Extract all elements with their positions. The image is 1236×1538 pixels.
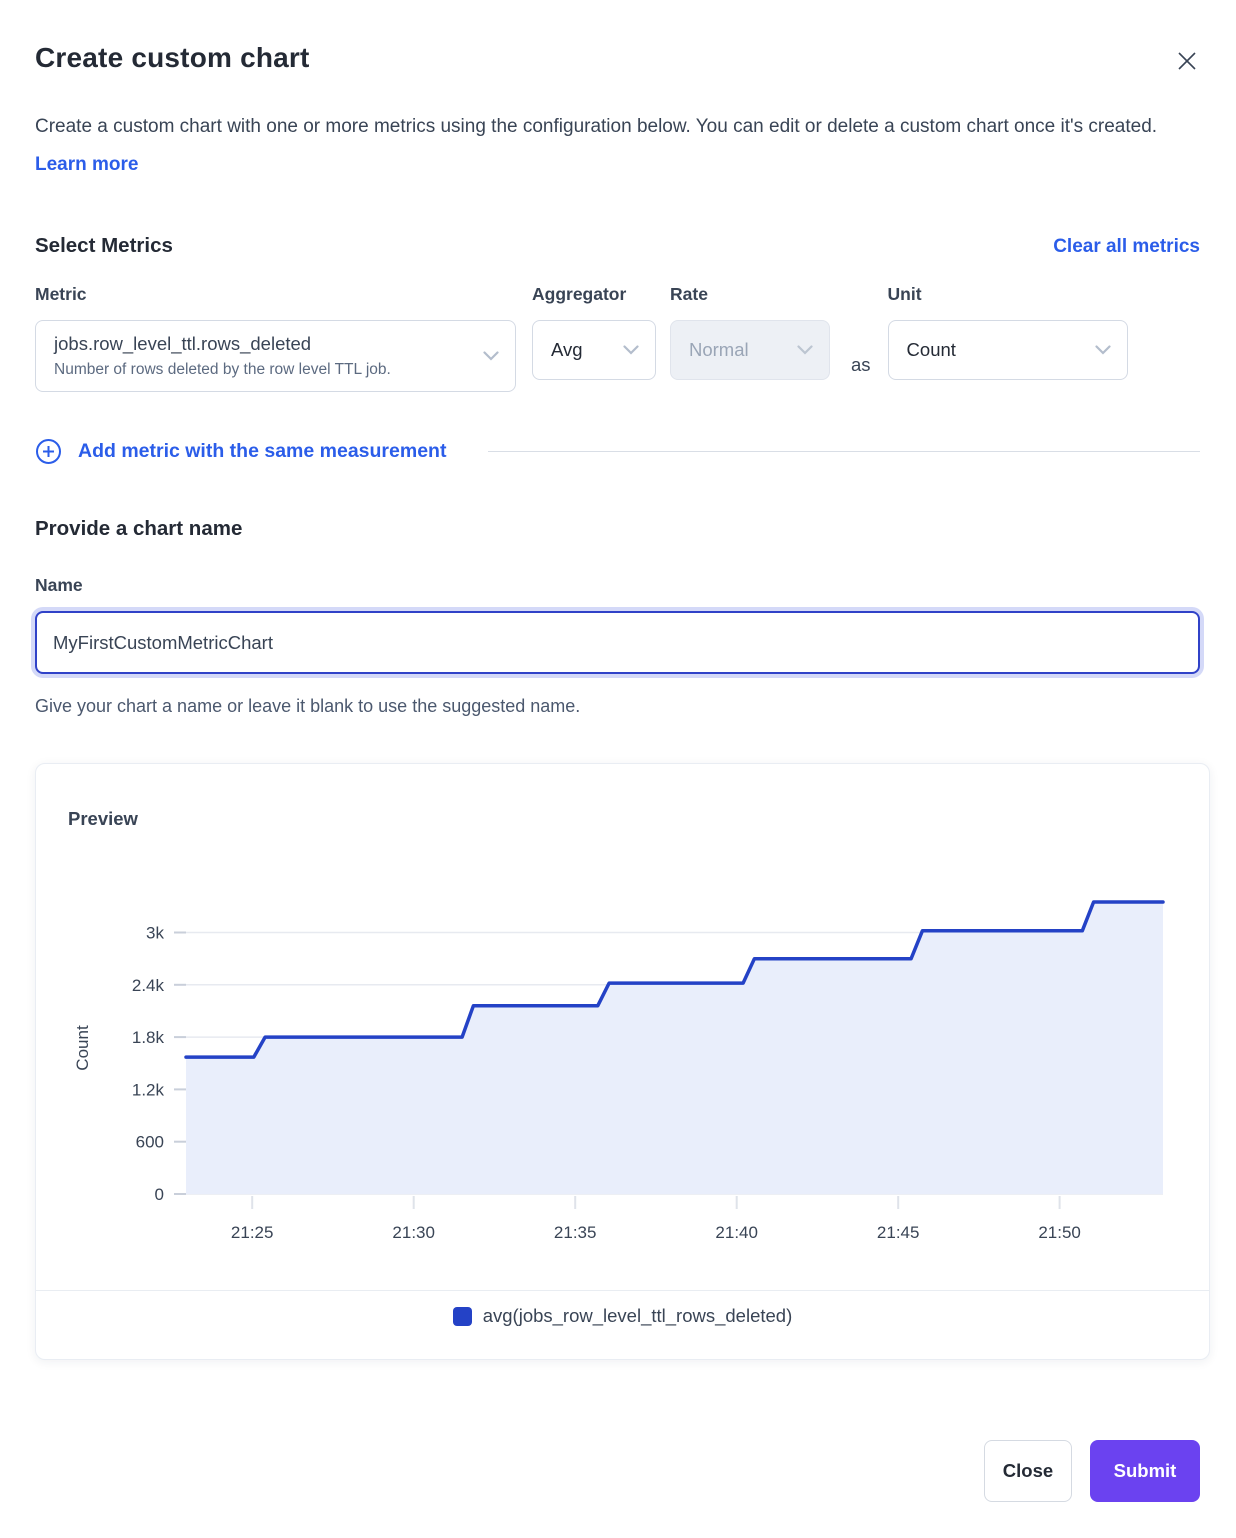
rate-select-value: Normal	[689, 339, 749, 361]
rate-label: Rate	[670, 284, 830, 305]
chevron-down-icon	[1095, 345, 1111, 355]
as-label: as	[851, 354, 871, 376]
chevron-down-icon	[797, 345, 813, 355]
x-tick-label: 21:30	[392, 1223, 435, 1242]
learn-more-link[interactable]: Learn more	[35, 154, 138, 175]
y-tick-label: 0	[155, 1185, 164, 1204]
metric-select-value: jobs.row_level_ttl.rows_deleted	[54, 333, 311, 355]
aggregator-label: Aggregator	[532, 284, 656, 305]
y-axis-title: Count	[73, 1025, 92, 1071]
chart-name-heading: Provide a chart name	[35, 517, 1200, 541]
y-tick-label: 600	[136, 1133, 164, 1152]
divider	[488, 451, 1200, 452]
legend-swatch	[453, 1307, 472, 1326]
series-area	[186, 902, 1163, 1194]
rate-select-disabled[interactable]: Normal	[670, 320, 830, 380]
chevron-down-icon	[483, 351, 499, 361]
description-text: Create a custom chart with one or more m…	[35, 116, 1157, 137]
modal-description: Create a custom chart with one or more m…	[35, 108, 1190, 184]
name-helper-text: Give your chart a name or leave it blank…	[35, 696, 1200, 717]
aggregator-select-value: Avg	[551, 339, 583, 361]
x-tick-label: 21:40	[715, 1223, 758, 1242]
metric-label: Metric	[35, 284, 516, 305]
x-tick-label: 21:50	[1038, 1223, 1081, 1242]
legend-label: avg(jobs_row_level_ttl_rows_deleted)	[483, 1305, 793, 1327]
add-metric-link[interactable]: Add metric with the same measurement	[35, 438, 446, 465]
y-tick-label: 1.2k	[132, 1080, 165, 1099]
unit-select-value: Count	[907, 339, 956, 361]
close-icon[interactable]	[1176, 50, 1198, 72]
page-title: Create custom chart	[35, 42, 310, 74]
aggregator-column: Aggregator Avg	[532, 284, 656, 380]
divider	[36, 1290, 1209, 1291]
clear-all-metrics-link[interactable]: Clear all metrics	[1053, 236, 1200, 258]
chevron-down-icon	[623, 345, 639, 355]
rate-column: Rate Normal	[670, 284, 830, 380]
create-custom-chart-modal: Create custom chart Create a custom char…	[0, 0, 1236, 1538]
y-tick-label: 1.8k	[132, 1028, 165, 1047]
plus-circle-icon	[35, 438, 62, 465]
add-metric-label: Add metric with the same measurement	[78, 440, 446, 463]
preview-card: Preview 0 600 1.2k 1.8k 2.4k 3k 21:25 21:30 21:3…	[35, 763, 1210, 1360]
preview-heading: Preview	[68, 808, 138, 830]
metric-select-description: Number of rows deleted by the row level …	[54, 361, 391, 379]
y-tick-label: 2.4k	[132, 976, 165, 995]
close-button[interactable]: Close	[984, 1440, 1072, 1502]
chart-name-input[interactable]	[35, 611, 1200, 674]
select-metrics-header: Select Metrics Clear all metrics	[35, 234, 1200, 258]
modal-footer: Close Submit	[984, 1440, 1200, 1502]
y-tick-label: 3k	[146, 924, 164, 943]
unit-label: Unit	[888, 284, 1128, 305]
metric-select[interactable]: jobs.row_level_ttl.rows_deleted Number o…	[35, 320, 516, 392]
x-tick-label: 21:45	[877, 1223, 920, 1242]
preview-chart-svg: 0 600 1.2k 1.8k 2.4k 3k 21:25 21:30 21:35 21:40 21…	[36, 876, 1211, 1256]
unit-select[interactable]: Count	[888, 320, 1128, 380]
metric-column: Metric jobs.row_level_ttl.rows_deleted N…	[35, 284, 516, 392]
name-label: Name	[35, 575, 1200, 596]
x-tick-label: 21:25	[231, 1223, 274, 1242]
submit-button[interactable]: Submit	[1090, 1440, 1200, 1502]
unit-column: Unit Count	[888, 284, 1128, 380]
aggregator-select[interactable]: Avg	[532, 320, 656, 380]
modal-header: Create custom chart	[35, 0, 1200, 74]
select-metrics-heading: Select Metrics	[35, 234, 173, 258]
chart-legend: avg(jobs_row_level_ttl_rows_deleted)	[36, 1305, 1209, 1327]
metric-config-row: Metric jobs.row_level_ttl.rows_deleted N…	[35, 284, 1200, 392]
x-tick-label: 21:35	[554, 1223, 597, 1242]
add-metric-row: Add metric with the same measurement	[35, 438, 1200, 465]
